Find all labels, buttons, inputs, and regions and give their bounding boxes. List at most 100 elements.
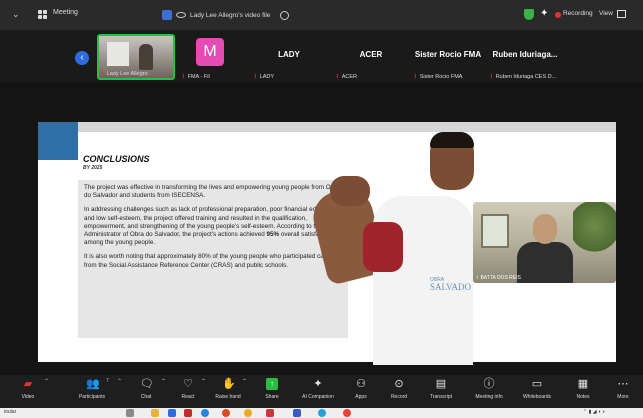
mic-muted-icon: ⌇: [254, 74, 257, 80]
chat-icon: 🗨: [140, 378, 154, 390]
taskbar-search[interactable]: ioular: [4, 409, 16, 415]
mic-icon: ⌇: [476, 275, 479, 281]
participants-icon: 👥: [86, 378, 100, 390]
notes-button[interactable]: ▦ Notes: [563, 378, 603, 400]
view-button[interactable]: View: [599, 10, 613, 17]
participant-name: Ruben Iduriaga...: [492, 50, 558, 59]
firefox-icon[interactable]: [222, 409, 230, 417]
task-view-icon[interactable]: [126, 409, 134, 417]
slide-text-box: The project was effective in transformin…: [78, 180, 348, 338]
mic-muted-icon: ⌇: [101, 71, 104, 77]
meeting-info-button[interactable]: ⓘ Meeting info: [469, 378, 509, 400]
strip-previous-button[interactable]: ‹: [75, 51, 89, 65]
chat-button[interactable]: 🗨 Chat: [126, 378, 166, 400]
skype-icon[interactable]: [318, 409, 326, 417]
acrobat-icon[interactable]: [266, 409, 274, 417]
participant-name: Sister Rocio FMA: [414, 50, 482, 59]
mic-muted-icon: ⌇: [336, 74, 339, 80]
share-button[interactable]: ↑ Share: [252, 378, 292, 400]
security-shield-icon[interactable]: [524, 9, 534, 20]
participant-label: ⌇ FMA - Fil: [182, 74, 210, 80]
presenter-video: [308, 132, 474, 365]
ai-sparkle-icon: ✦: [313, 378, 323, 390]
hand-icon: ✋: [222, 378, 236, 390]
more-icon: ⋯: [617, 378, 629, 390]
shared-video-title: Lady Lee Allegro's video file: [190, 11, 271, 19]
main-stage: CONCLUSIONS BY 2025 The project was effe…: [0, 82, 643, 375]
slide-paragraph: The project was effective in transformin…: [84, 184, 340, 200]
globe-icon[interactable]: [280, 10, 290, 20]
notes-icon: ▦: [577, 378, 589, 390]
participant-strip: ‹ ⌇ Lady Lee Allegro M ⌇ FMA - Fil LADY ⌇ L…: [0, 30, 643, 82]
share-screen-icon: ↑: [266, 378, 278, 390]
zoom-app-icon[interactable]: [168, 409, 176, 417]
shirt-logo: SALVADO: [430, 282, 472, 292]
zoom-meeting-window: ⌄ Meeting Lady Lee Allegro's video file …: [0, 0, 643, 418]
react-icon: ♡: [183, 378, 193, 390]
participant-tile[interactable]: ACER ⌇ ACER: [334, 34, 408, 80]
record-button[interactable]: ⊙ Record: [379, 378, 419, 400]
avatar: M: [196, 38, 224, 66]
pdf-app-icon[interactable]: [184, 409, 192, 417]
participants-options-caret[interactable]: ⌃: [117, 378, 122, 385]
share-window-icon: [162, 10, 172, 20]
more-button[interactable]: ⋯ More: [605, 378, 641, 400]
raise-hand-options-caret[interactable]: ⌃: [242, 378, 247, 385]
ai-companion-button[interactable]: ✦ AI Companion: [298, 378, 338, 400]
slide-accent-block: [38, 122, 78, 160]
slide-header-stripe: [38, 122, 616, 132]
participant-tile[interactable]: ⌇ Lady Lee Allegro: [97, 34, 177, 80]
self-view-video[interactable]: ⌇ BATTA DOS REIS: [473, 202, 616, 283]
participant-label: ⌇ ACER: [336, 74, 357, 80]
participant-tile[interactable]: LADY ⌇ LADY: [252, 34, 326, 80]
participant-label: ⌇ Lady Lee Allegro: [101, 71, 148, 77]
participants-count: 7: [106, 378, 109, 384]
recording-status[interactable]: Recording: [563, 10, 593, 17]
shared-video-tab[interactable]: Lady Lee Allegro's video file: [162, 8, 290, 22]
system-tray[interactable]: ⌃ ▮ ◢ ◖ ◗: [583, 409, 605, 415]
mic-muted-icon: ⌇: [182, 74, 185, 80]
mic-muted-icon: ⌇: [490, 74, 493, 80]
meeting-app-icon: [38, 10, 48, 20]
edge-browser-icon[interactable]: [201, 409, 209, 417]
self-view-label: ⌇ BATTA DOS REIS: [476, 275, 521, 281]
record-icon: ⊙: [394, 378, 404, 390]
os-taskbar: ioular ⌃ ▮ ◢ ◖ ◗: [0, 408, 643, 418]
participant-label: ⌇ Ruben Iduriaga CES D...: [490, 74, 557, 80]
chat-options-caret[interactable]: ⌃: [161, 378, 166, 385]
teams-icon[interactable]: [293, 409, 301, 417]
participant-name: ACER: [359, 50, 383, 59]
app-title: Meeting: [53, 9, 78, 16]
mic-muted-icon: ⌇: [414, 74, 417, 80]
title-bar: ⌄ Meeting Lady Lee Allegro's video file …: [0, 0, 643, 30]
whiteboards-button[interactable]: ▭ Whiteboards: [517, 378, 557, 400]
apps-icon: ⚇: [356, 378, 366, 390]
participant-name: LADY: [278, 50, 300, 59]
slide-paragraph: In addressing challenges such as lack of…: [84, 206, 339, 247]
participant-tile[interactable]: Ruben Iduriaga... ⌇ Ruben Iduriaga CES D.…: [488, 34, 562, 80]
meeting-toolbar: ▰ Video ⌃ 👥 Participants 7 ⌃ 🗨 Chat ⌃ ♡ …: [0, 375, 643, 408]
ai-sparkle-icon[interactable]: ✦: [540, 8, 550, 20]
participant-tile[interactable]: Sister Rocio FMA ⌇ Sister Rocio FMA: [412, 34, 484, 80]
video-options-caret[interactable]: ⌃: [44, 378, 49, 385]
video-off-icon: ▰: [23, 378, 33, 390]
participant-label: ⌇ LADY: [254, 74, 275, 80]
participant-label: ⌇ Sister Rocio FMA: [414, 74, 463, 80]
slide-title: CONCLUSIONS: [83, 154, 150, 164]
apps-button[interactable]: ⚇ Apps: [341, 378, 381, 400]
recording-dot-icon: [555, 12, 561, 18]
whiteboard-icon: ▭: [531, 378, 543, 390]
info-icon: ⓘ: [483, 378, 495, 390]
slide-paragraph: It is also worth noting that approximate…: [84, 253, 333, 269]
video-button[interactable]: ▰ Video: [8, 378, 48, 400]
chevron-down-icon[interactable]: ⌄: [12, 10, 20, 19]
view-layout-icon[interactable]: [617, 10, 626, 18]
browser-icon[interactable]: [343, 409, 351, 417]
file-explorer-icon[interactable]: [151, 409, 159, 417]
transcript-button[interactable]: ▤ Transcript: [421, 378, 461, 400]
slide-subtitle: BY 2025: [83, 165, 103, 171]
react-options-caret[interactable]: ⌃: [201, 378, 206, 385]
participant-tile[interactable]: M ⌇ FMA - Fil: [180, 34, 240, 80]
eye-icon: [176, 12, 186, 18]
chrome-icon[interactable]: [244, 409, 252, 417]
